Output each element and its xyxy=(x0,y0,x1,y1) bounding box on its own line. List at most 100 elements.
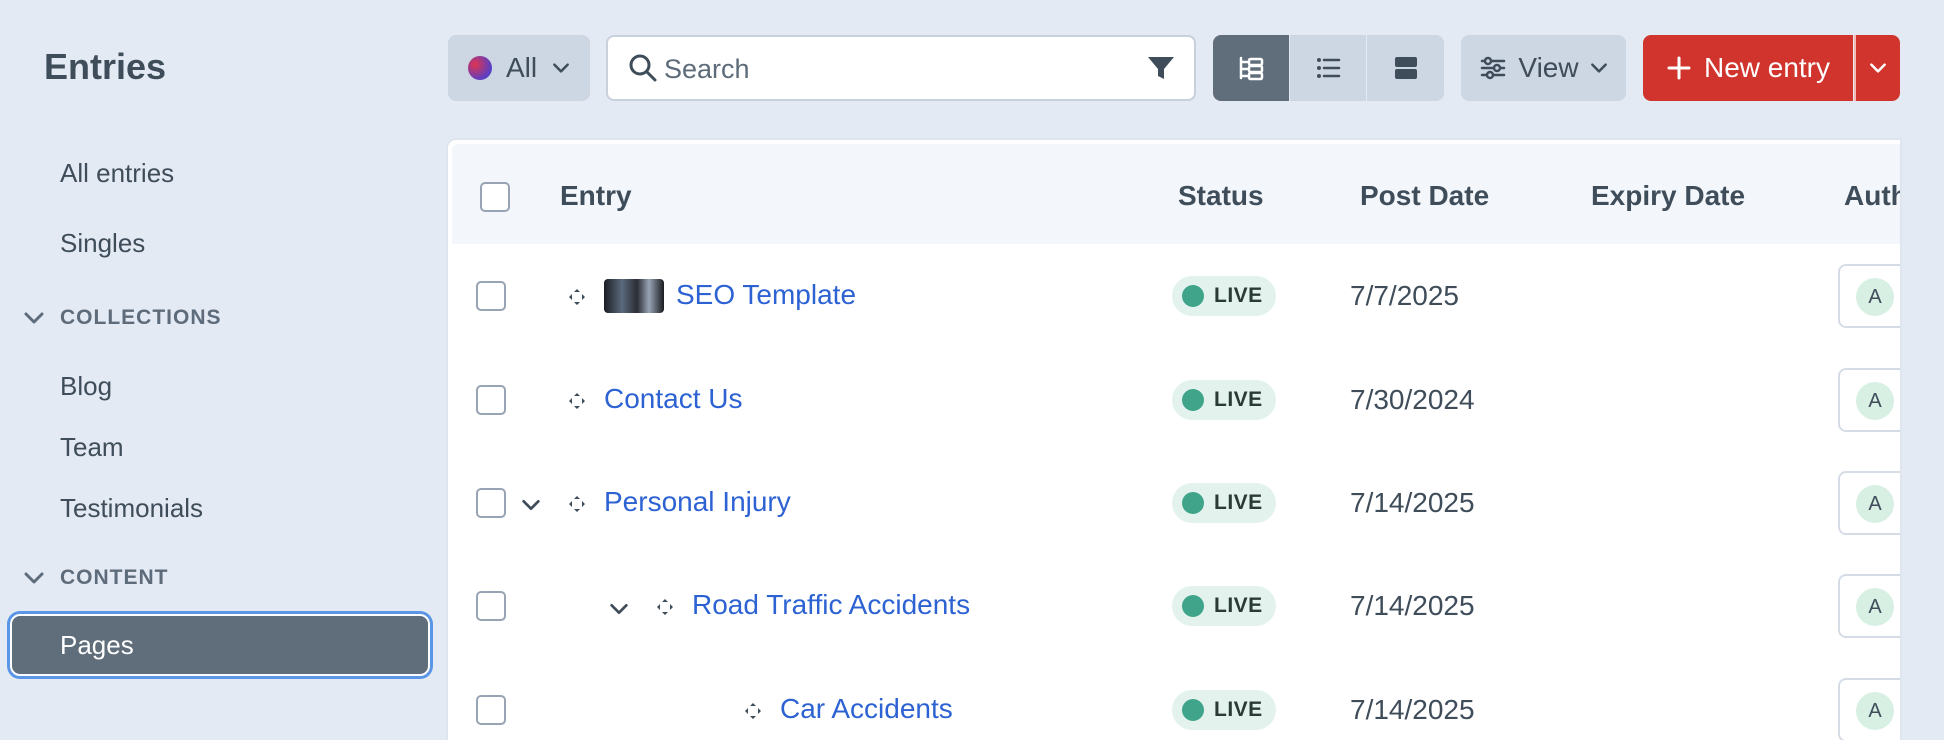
drag-handle-icon[interactable] xyxy=(568,392,586,410)
sidebar-item-all-entries[interactable]: All entries xyxy=(60,158,174,189)
sidebar-item-pages[interactable]: Pages xyxy=(10,614,430,676)
status-label: LIVE xyxy=(1214,284,1263,307)
entry-title-link[interactable]: Car Accidents xyxy=(780,693,953,725)
chevron-down-icon[interactable] xyxy=(608,598,630,620)
sidebar-item-team[interactable]: Team xyxy=(60,432,124,463)
entries-table: Entry Status Post Date Expiry Date Auth … xyxy=(448,140,1900,740)
card-view-button[interactable] xyxy=(1367,35,1444,101)
chevron-down-icon xyxy=(24,312,44,324)
author-chip[interactable]: A xyxy=(1838,264,1900,328)
author-chip[interactable]: A xyxy=(1838,574,1900,638)
table-row: Contact Us LIVE 7/30/2024 A xyxy=(448,348,1900,452)
search-icon xyxy=(629,54,657,82)
site-selector-label: All xyxy=(506,52,538,83)
live-status-icon xyxy=(1182,492,1204,514)
view-options-button[interactable]: View xyxy=(1461,35,1626,101)
post-date: 7/14/2025 xyxy=(1350,487,1475,518)
status-label: LIVE xyxy=(1214,698,1263,721)
new-entry-label: New entry xyxy=(1703,52,1831,83)
row-checkbox[interactable] xyxy=(476,385,506,415)
post-date: 7/14/2025 xyxy=(1350,590,1475,621)
structure-view-button[interactable] xyxy=(1213,35,1290,101)
plus-icon xyxy=(1667,56,1691,80)
drag-handle-icon[interactable] xyxy=(744,702,762,720)
author-chip[interactable]: A xyxy=(1838,471,1900,535)
select-all-checkbox[interactable] xyxy=(480,182,510,212)
entry-title-link[interactable]: Road Traffic Accidents xyxy=(692,589,970,621)
drag-handle-icon[interactable] xyxy=(568,288,586,306)
structure-icon xyxy=(1239,56,1264,81)
status-label: LIVE xyxy=(1214,594,1263,617)
post-date: 7/14/2025 xyxy=(1350,694,1475,725)
author-chip[interactable]: A xyxy=(1838,368,1900,432)
list-icon xyxy=(1317,58,1341,78)
chevron-down-icon xyxy=(1870,63,1886,73)
live-status-icon xyxy=(1182,389,1204,411)
table-row: Road Traffic Accidents LIVE 7/14/2025 A xyxy=(448,556,1900,660)
table-row: SEO Template LIVE 7/7/2025 A xyxy=(448,244,1900,348)
collections-heading[interactable]: COLLECTIONS xyxy=(22,306,222,330)
status-badge: LIVE xyxy=(1172,690,1276,730)
row-checkbox[interactable] xyxy=(476,488,506,518)
post-date: 7/7/2025 xyxy=(1350,280,1459,311)
sidebar-item-testimonials[interactable]: Testimonials xyxy=(60,493,203,524)
chevron-down-icon[interactable] xyxy=(520,494,542,516)
content-heading-label: CONTENT xyxy=(60,566,169,589)
avatar: A xyxy=(1856,485,1894,523)
status-label: LIVE xyxy=(1214,491,1263,514)
entry-title-link[interactable]: Personal Injury xyxy=(604,486,791,518)
site-icon xyxy=(468,56,492,80)
avatar: A xyxy=(1856,692,1894,730)
post-date: 7/30/2024 xyxy=(1350,384,1475,415)
column-header-entry[interactable]: Entry xyxy=(560,180,632,212)
row-checkbox[interactable] xyxy=(476,695,506,725)
author-chip[interactable]: A xyxy=(1838,678,1900,740)
list-view-button[interactable] xyxy=(1290,35,1367,101)
new-entry-button[interactable]: New entry xyxy=(1643,35,1853,101)
live-status-icon xyxy=(1182,595,1204,617)
sidebar: Entries All entries Singles COLLECTIONS … xyxy=(0,0,445,706)
status-badge: LIVE xyxy=(1172,586,1276,626)
avatar: A xyxy=(1856,588,1894,626)
cards-icon xyxy=(1394,57,1417,79)
chevron-down-icon xyxy=(553,63,570,73)
avatar: A xyxy=(1856,278,1894,316)
table-row: Car Accidents LIVE 7/14/2025 A xyxy=(448,660,1900,740)
column-header-expiry-date[interactable]: Expiry Date xyxy=(1591,180,1745,212)
table-row: Personal Injury LIVE 7/14/2025 A xyxy=(448,452,1900,556)
sidebar-item-singles[interactable]: Singles xyxy=(60,228,145,259)
content-heading[interactable]: CONTENT xyxy=(22,566,169,590)
avatar: A xyxy=(1856,382,1894,420)
column-header-author[interactable]: Auth xyxy=(1844,180,1900,212)
entry-thumbnail xyxy=(604,279,664,313)
column-header-post-date[interactable]: Post Date xyxy=(1360,180,1489,212)
table-header: Entry Status Post Date Expiry Date Auth xyxy=(452,144,1900,244)
live-status-icon xyxy=(1182,699,1204,721)
sliders-icon xyxy=(1481,56,1506,80)
entry-title-link[interactable]: Contact Us xyxy=(604,383,743,415)
sidebar-item-blog[interactable]: Blog xyxy=(60,371,112,402)
drag-handle-icon[interactable] xyxy=(568,495,586,513)
site-selector-button[interactable]: All xyxy=(448,35,590,101)
drag-handle-icon[interactable] xyxy=(656,598,674,616)
view-mode-group xyxy=(1213,35,1444,101)
status-badge: LIVE xyxy=(1172,276,1276,316)
collections-heading-label: COLLECTIONS xyxy=(60,306,222,329)
status-label: LIVE xyxy=(1214,388,1263,411)
search-placeholder: Search xyxy=(664,54,750,84)
filter-icon[interactable] xyxy=(1146,53,1176,83)
sidebar-item-label: Pages xyxy=(60,630,134,660)
chevron-down-icon xyxy=(24,572,44,584)
new-entry-menu-button[interactable] xyxy=(1854,35,1900,101)
column-header-status[interactable]: Status xyxy=(1178,180,1264,212)
row-checkbox[interactable] xyxy=(476,591,506,621)
row-checkbox[interactable] xyxy=(476,281,506,311)
view-options-label: View xyxy=(1518,52,1579,83)
page-title: Entries xyxy=(44,46,167,87)
chevron-down-icon xyxy=(1590,63,1607,73)
entry-title-link[interactable]: SEO Template xyxy=(676,279,856,311)
live-status-icon xyxy=(1182,285,1204,307)
search-input[interactable]: Search xyxy=(606,35,1196,101)
status-badge: LIVE xyxy=(1172,483,1276,523)
status-badge: LIVE xyxy=(1172,380,1276,420)
